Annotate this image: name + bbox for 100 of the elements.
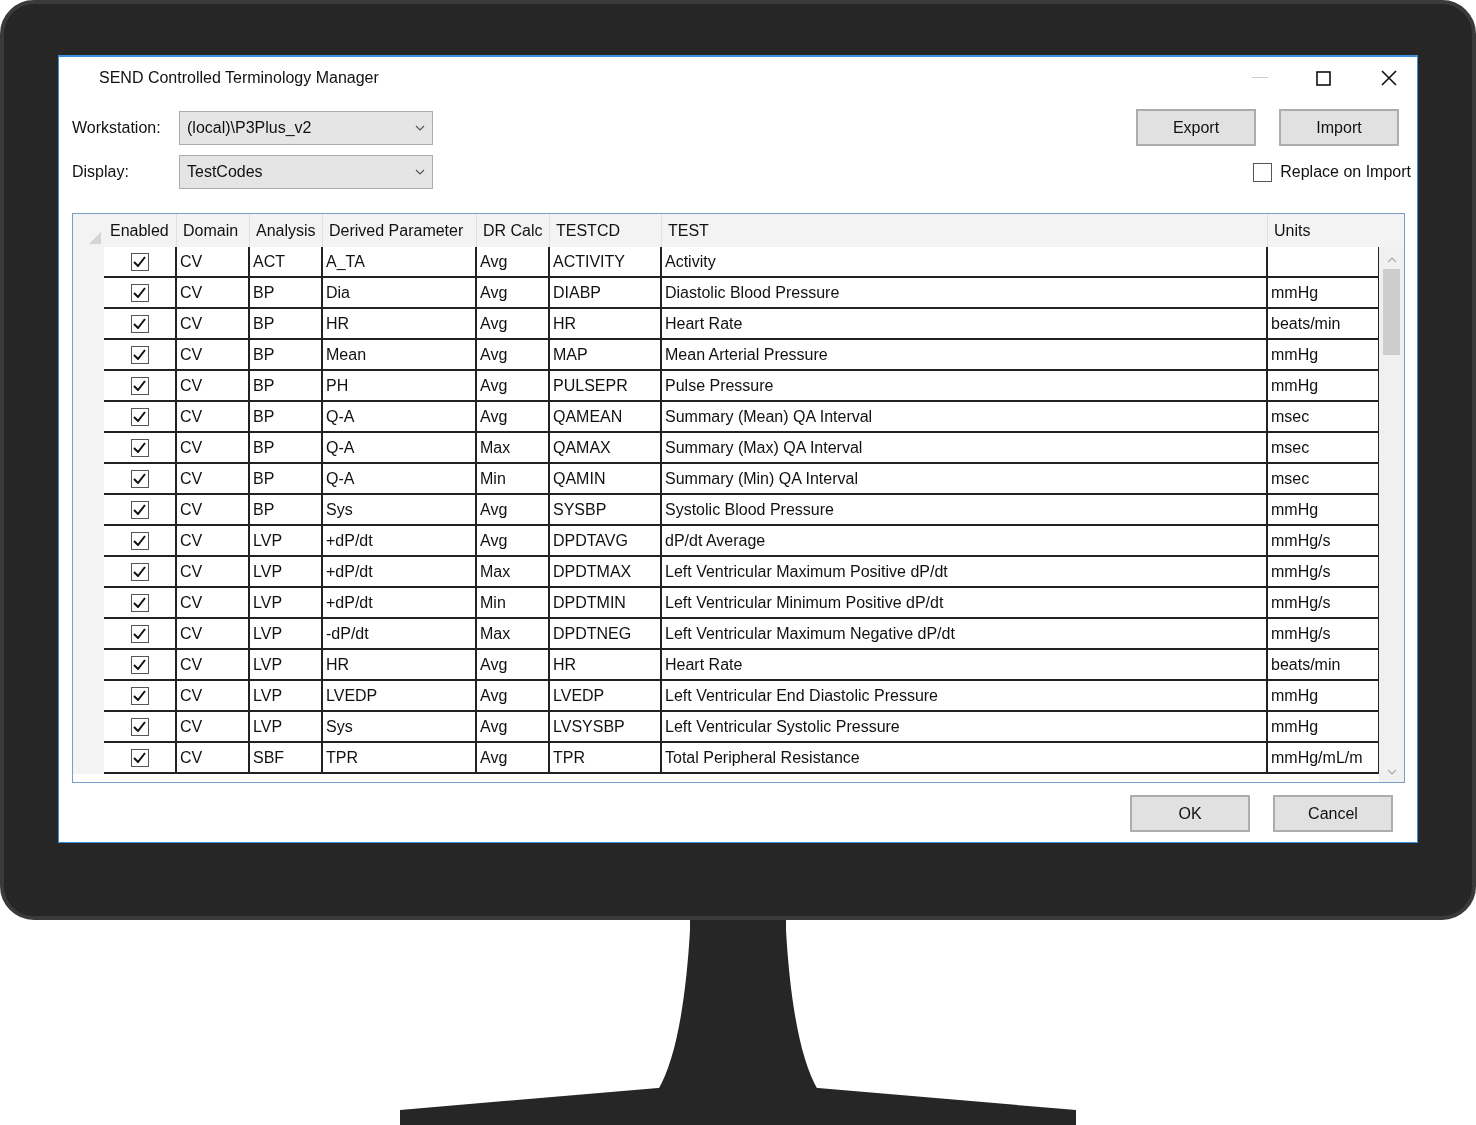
table-cell: Avg [477,340,550,371]
table-cell: CV [177,650,250,681]
checkbox[interactable] [130,593,149,612]
checkmark-icon [133,349,146,360]
checkmark-icon [133,659,146,670]
checkbox[interactable] [130,438,149,457]
checkmark-icon [133,566,146,577]
checkmark-icon [133,318,146,329]
column-header[interactable]: Units [1268,214,1379,247]
checkbox[interactable] [130,655,149,674]
checkmark-icon [133,442,146,453]
checkbox[interactable] [130,376,149,395]
field-label: Workstation: [72,118,162,138]
table-cell: Left Ventricular Systolic Pressure [662,712,1268,743]
minimize-icon[interactable] [1252,77,1268,79]
table-cell: LVP [250,588,323,619]
checkbox[interactable] [130,717,149,736]
table-cell: CV [177,433,250,464]
table-cell: QAMIN [550,464,662,495]
table-cell: CV [177,681,250,712]
checkmark-icon [133,287,146,298]
checkmark-icon [133,504,146,515]
table-cell: Avg [477,309,550,340]
table-cell: Max [477,557,550,588]
table-cell: Dia [323,278,477,309]
column-header[interactable]: Derived Parameter [323,214,477,247]
scroll-down-icon[interactable] [1386,769,1397,775]
table-cell: TPR [550,743,662,774]
select-all-icon[interactable] [89,232,101,244]
checkbox[interactable] [130,686,149,705]
table-cell: HR [323,309,477,340]
maximize-icon[interactable] [1316,70,1331,86]
checkmark-icon [133,535,146,546]
checkbox[interactable] [130,500,149,519]
checkbox[interactable] [1253,162,1273,182]
scroll-up-icon[interactable] [1386,257,1397,263]
scrollbar-thumb[interactable] [1383,269,1400,355]
dropdown[interactable]: (local)\P3Plus_v2 [179,111,433,145]
table-cell: CV [177,247,250,278]
table-cell: Activity [662,247,1268,278]
table-cell: HR [550,650,662,681]
checkbox[interactable] [130,407,149,426]
table-cell: LVP [250,650,323,681]
checkbox[interactable] [130,531,149,550]
table-cell: Q-A [323,464,477,495]
table-cell: PH [323,371,477,402]
column-header[interactable]: TESTCD [550,214,662,247]
checkmark-icon [133,380,146,391]
table-cell: Sys [323,495,477,526]
table-cell: Max [477,433,550,464]
dialog-button[interactable]: Import [1279,109,1399,146]
chevron-down-icon [415,125,425,131]
checkbox[interactable] [130,252,149,271]
table-cell: CV [177,371,250,402]
checkbox[interactable] [130,469,149,488]
table-cell: CV [177,340,250,371]
window-title: SEND Controlled Terminology Manager [99,68,380,88]
checkbox[interactable] [130,562,149,581]
table-cell: Left Ventricular Minimum Positive dP/dt [662,588,1268,619]
table-cell: DIABP [550,278,662,309]
table-cell: LVEDP [550,681,662,712]
table-cell: Min [477,588,550,619]
table-cell: BP [250,309,323,340]
table-cell: Sys [323,712,477,743]
table-cell: Avg [477,371,550,402]
column-header[interactable]: TEST [662,214,1268,247]
table-cell: Systolic Blood Pressure [662,495,1268,526]
dropdown[interactable]: TestCodes [179,155,433,189]
checkmark-icon [133,628,146,639]
column-header[interactable]: Domain [177,214,250,247]
table-cell: ACTIVITY [550,247,662,278]
checkmark-icon [133,690,146,701]
column-header[interactable]: DR Calc [477,214,550,247]
table-cell: CV [177,588,250,619]
checkbox[interactable] [130,314,149,333]
checkmark-icon [133,256,146,267]
table-cell: CV [177,464,250,495]
checkbox[interactable] [130,345,149,364]
table-cell: PULSEPR [550,371,662,402]
column-header[interactable]: Analysis [250,214,323,247]
table-cell: Summary (Max) QA Interval [662,433,1268,464]
table-cell: +dP/dt [323,557,477,588]
table-cell: LVP [250,526,323,557]
checkbox[interactable] [130,624,149,643]
close-icon[interactable] [1381,70,1397,86]
dialog-button[interactable]: OK [1130,795,1250,832]
dialog-button[interactable]: Export [1136,109,1256,146]
checkbox[interactable] [130,748,149,767]
dialog-button[interactable]: Cancel [1273,795,1393,832]
table-cell: CV [177,743,250,774]
table-cell: TPR [323,743,477,774]
column-header[interactable]: Enabled [104,214,177,247]
table-cell: Left Ventricular Maximum Negative dP/dt [662,619,1268,650]
table-cell: LVEDP [323,681,477,712]
table-cell: CV [177,526,250,557]
table-cell: CV [177,402,250,433]
checkbox[interactable] [130,283,149,302]
table-cell: Heart Rate [662,309,1268,340]
table-cell: Pulse Pressure [662,371,1268,402]
field-label: Display: [72,162,130,182]
